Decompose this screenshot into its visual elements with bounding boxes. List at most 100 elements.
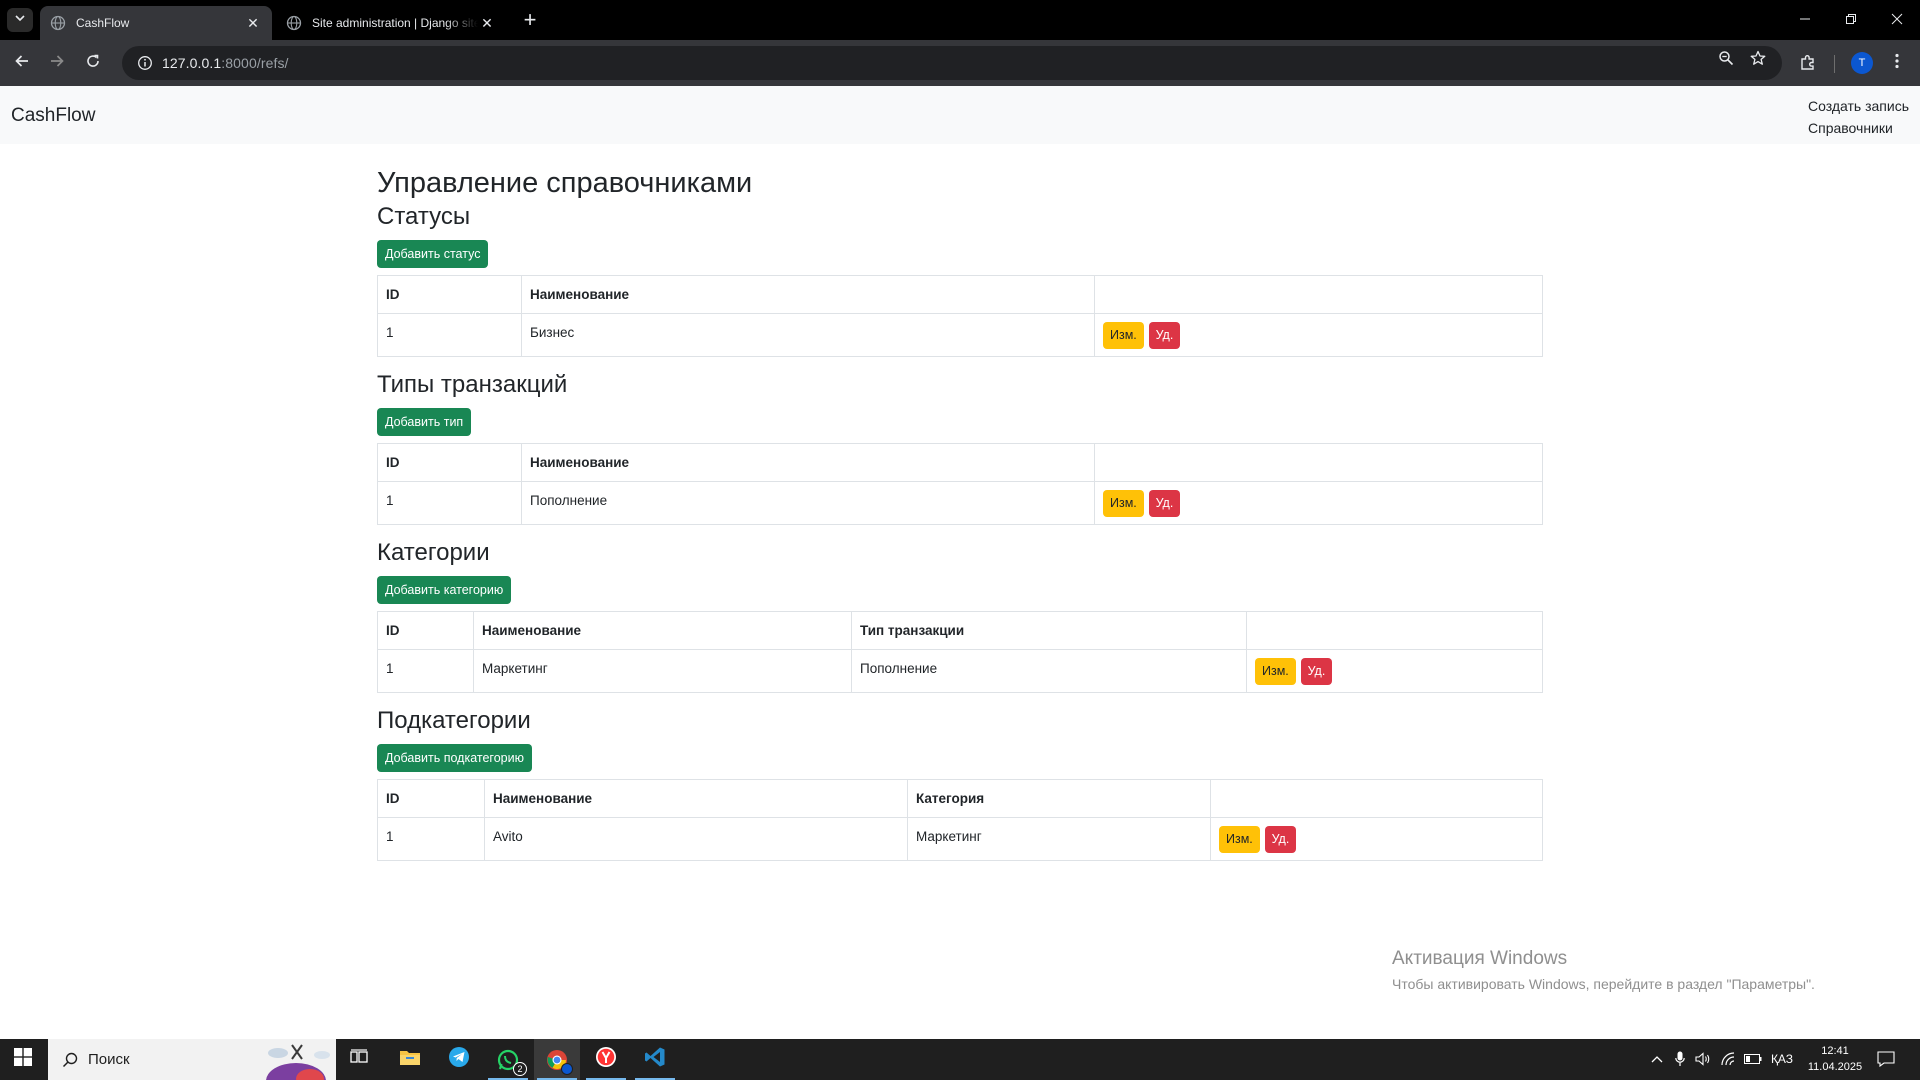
notification-badge: 2 <box>513 1061 527 1076</box>
transaction-types-table: ID Наименование 1 Пополнение Изм. Уд. <box>377 443 1543 525</box>
section-title: Подкатегории <box>377 707 531 734</box>
reload-icon <box>85 53 101 74</box>
nav-link-references[interactable]: Справочники <box>1808 117 1893 139</box>
start-button[interactable] <box>0 1039 46 1080</box>
globe-icon <box>50 15 66 31</box>
edit-button[interactable]: Изм. <box>1255 657 1296 685</box>
battery-icon[interactable] <box>1744 1050 1762 1068</box>
network-icon[interactable] <box>1720 1050 1738 1068</box>
chrome-icon <box>546 1049 573 1075</box>
column-header <box>1246 611 1543 650</box>
plus-icon: + <box>523 7 537 32</box>
column-header: ID <box>377 611 474 650</box>
table-header-row: ID Наименование <box>377 275 1543 314</box>
column-header: ID <box>377 443 522 482</box>
more-vertical-icon <box>1895 53 1899 74</box>
column-header: Наименование <box>521 443 1095 482</box>
categories-table: ID Наименование Тип транзакции 1 Маркети… <box>377 611 1543 693</box>
taskbar-clock[interactable]: 12:41 11.04.2025 <box>1800 1043 1870 1075</box>
taskbar-app-file-explorer[interactable] <box>387 1039 433 1080</box>
back-button[interactable] <box>10 51 34 75</box>
restore-icon <box>1845 12 1857 28</box>
volume-icon[interactable] <box>1694 1050 1712 1068</box>
browser-toolbar: 127.0.0.1:8000/refs/ T <box>0 40 1920 86</box>
address-bar[interactable]: 127.0.0.1:8000/refs/ <box>122 46 1782 80</box>
restore-button[interactable] <box>1828 0 1874 40</box>
tab-title: Site administration | Django site admin <box>312 16 478 30</box>
tab-search-button[interactable] <box>7 8 33 32</box>
cell-name: Маркетинг <box>473 649 852 693</box>
taskbar-search[interactable]: Поиск <box>48 1039 336 1080</box>
add-status-button[interactable]: Добавить статус <box>377 240 489 268</box>
minimize-button[interactable] <box>1782 0 1828 40</box>
close-window-button[interactable] <box>1874 0 1920 40</box>
chevron-down-icon <box>14 11 26 29</box>
taskbar-app-yandex-browser[interactable] <box>583 1039 629 1080</box>
forward-button[interactable] <box>45 51 69 75</box>
new-tab-button[interactable]: + <box>518 7 542 32</box>
brand-link[interactable]: CashFlow <box>11 105 95 127</box>
taskbar-app-telegram[interactable] <box>436 1039 482 1080</box>
input-language-indicator[interactable]: ҚАЗ <box>1768 1050 1796 1068</box>
page-viewport: CashFlow Создать запись Справочники Упра… <box>0 86 1920 1039</box>
tray-chevron-up-icon[interactable] <box>1649 1050 1665 1068</box>
close-icon[interactable]: ✕ <box>478 14 496 32</box>
add-type-button[interactable]: Добавить тип <box>377 408 472 436</box>
edit-button[interactable]: Изм. <box>1103 489 1144 517</box>
taskbar-app-chrome[interactable] <box>534 1039 580 1080</box>
cell-actions: Изм. Уд. <box>1094 313 1543 357</box>
tab-cashflow[interactable]: CashFlow ✕ <box>40 6 272 40</box>
url-path: :8000/refs/ <box>221 55 289 71</box>
delete-button[interactable]: Уд. <box>1148 489 1181 517</box>
cell-id: 1 <box>377 481 522 525</box>
add-subcategory-button[interactable]: Добавить подкатегорию <box>377 744 532 772</box>
section-categories: Категории Добавить категорию ID Наименов… <box>377 538 1543 693</box>
url-host: 127.0.0.1 <box>162 55 222 71</box>
cell-actions: Изм. Уд. <box>1246 649 1543 693</box>
taskbar-app-whatsapp[interactable]: 2 <box>485 1039 531 1080</box>
column-header: Наименование <box>484 779 908 818</box>
yandex-browser-icon <box>595 1046 617 1073</box>
column-header <box>1094 275 1543 314</box>
statuses-table: ID Наименование 1 Бизнес Изм. Уд. <box>377 275 1543 357</box>
search-icon <box>62 1052 78 1068</box>
delete-button[interactable]: Уд. <box>1264 825 1297 853</box>
profile-avatar[interactable]: T <box>1851 52 1873 74</box>
delete-button[interactable]: Уд. <box>1148 321 1181 349</box>
edit-button[interactable]: Изм. <box>1219 825 1260 853</box>
site-navbar: CashFlow Создать запись Справочники <box>0 86 1920 144</box>
section-title: Категории <box>377 539 490 566</box>
taskbar-app-vscode[interactable] <box>632 1039 678 1080</box>
profile-badge-icon <box>561 1062 573 1075</box>
column-header: ID <box>377 779 485 818</box>
microphone-icon[interactable] <box>1672 1050 1688 1068</box>
delete-button[interactable]: Уд. <box>1300 657 1333 685</box>
nav-link-create-record[interactable]: Создать запись <box>1808 95 1909 117</box>
browser-menu-button[interactable] <box>1885 51 1909 75</box>
notifications-icon[interactable] <box>1876 1050 1896 1068</box>
globe-icon <box>286 15 302 31</box>
section-statuses: Статусы Добавить статус ID Наименование … <box>377 202 1543 357</box>
reload-button[interactable] <box>81 51 105 75</box>
extensions-icon[interactable] <box>1798 52 1818 72</box>
windows-activation-watermark: Активация Windows Чтобы активировать Win… <box>1392 948 1815 992</box>
tab-django-admin[interactable]: Site administration | Django site admin … <box>276 6 506 40</box>
table-header-row: ID Наименование Тип транзакции <box>377 611 1543 650</box>
section-subcategories: Подкатегории Добавить подкатегорию ID На… <box>377 706 1543 861</box>
zoom-icon[interactable] <box>1716 48 1736 68</box>
add-category-button[interactable]: Добавить категорию <box>377 576 512 604</box>
cell-id: 1 <box>377 313 522 357</box>
search-highlight-illustration-icon <box>256 1039 336 1080</box>
edit-button[interactable]: Изм. <box>1103 321 1144 349</box>
cell-transaction-type: Пополнение <box>851 649 1247 693</box>
bookmark-star-icon[interactable] <box>1748 48 1768 68</box>
site-info-icon[interactable] <box>128 55 162 71</box>
task-view-button[interactable] <box>336 1039 382 1080</box>
cell-name: Avito <box>484 817 908 861</box>
close-icon[interactable]: ✕ <box>244 14 262 32</box>
close-icon <box>1891 12 1903 28</box>
table-row: 1 Avito Маркетинг Изм. Уд. <box>377 817 1543 861</box>
toolbar-separator <box>1834 55 1835 73</box>
folder-icon <box>399 1048 421 1071</box>
url-text: 127.0.0.1:8000/refs/ <box>162 55 289 71</box>
